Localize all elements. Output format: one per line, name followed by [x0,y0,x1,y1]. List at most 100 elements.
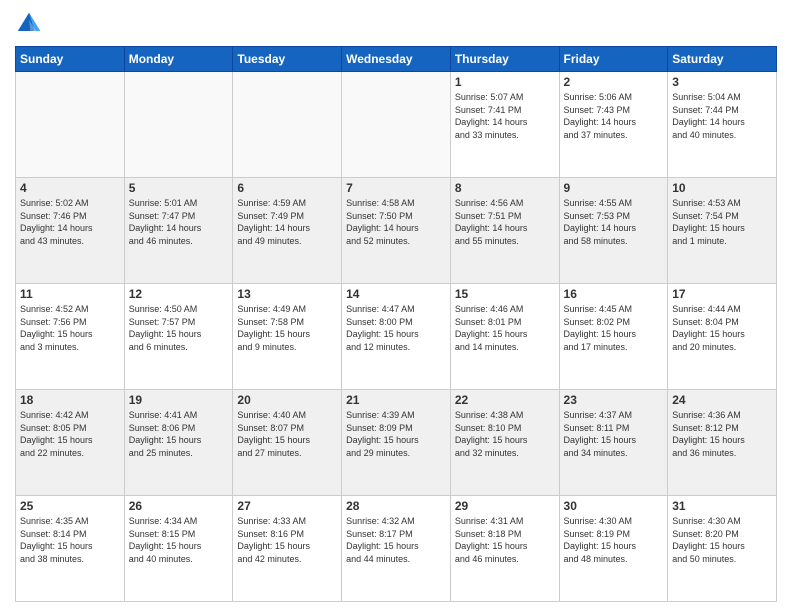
calendar-week-row: 4 Sunrise: 5:02 AM Sunset: 7:46 PM Daylig… [16,178,777,284]
day-info: Sunrise: 4:58 AM Sunset: 7:50 PM Dayligh… [346,197,446,247]
day-info: Sunrise: 4:46 AM Sunset: 8:01 PM Dayligh… [455,303,555,353]
calendar-cell: 16 Sunrise: 4:45 AM Sunset: 8:02 PM Dayli… [559,284,668,390]
weekday-header-sunday: Sunday [16,47,125,72]
day-number: 25 [20,499,120,513]
day-number: 5 [129,181,229,195]
day-info: Sunrise: 4:36 AM Sunset: 8:12 PM Dayligh… [672,409,772,459]
day-number: 29 [455,499,555,513]
calendar-cell: 2 Sunrise: 5:06 AM Sunset: 7:43 PM Daylig… [559,72,668,178]
day-info: Sunrise: 4:49 AM Sunset: 7:58 PM Dayligh… [237,303,337,353]
day-info: Sunrise: 5:04 AM Sunset: 7:44 PM Dayligh… [672,91,772,141]
weekday-header-tuesday: Tuesday [233,47,342,72]
calendar-cell: 10 Sunrise: 4:53 AM Sunset: 7:54 PM Dayli… [668,178,777,284]
calendar-cell: 27Sunrise: 4:33 AM Sunset: 8:16 PM Dayli… [233,496,342,602]
calendar-cell: 21Sunrise: 4:39 AM Sunset: 8:09 PM Dayli… [342,390,451,496]
logo [15,10,47,38]
calendar-cell: 1 Sunrise: 5:07 AM Sunset: 7:41 PM Daylig… [450,72,559,178]
calendar-cell: 20 Sunrise: 4:40 AM Sunset: 8:07 PM Dayli… [233,390,342,496]
day-number: 30 [564,499,664,513]
day-number: 13 [237,287,337,301]
calendar-cell: 14 Sunrise: 4:47 AM Sunset: 8:00 PM Dayli… [342,284,451,390]
calendar-cell: 5 Sunrise: 5:01 AM Sunset: 7:47 PM Daylig… [124,178,233,284]
calendar-week-row: 25 Sunrise: 4:35 AM Sunset: 8:14 PM Dayli… [16,496,777,602]
day-info: Sunrise: 4:59 AM Sunset: 7:49 PM Dayligh… [237,197,337,247]
day-number: 18 [20,393,120,407]
day-number: 11 [20,287,120,301]
calendar-cell: 11 Sunrise: 4:52 AM Sunset: 7:56 PM Dayli… [16,284,125,390]
day-number: 9 [564,181,664,195]
day-number: 2 [564,75,664,89]
calendar-cell: 8 Sunrise: 4:56 AM Sunset: 7:51 PM Daylig… [450,178,559,284]
day-info: Sunrise: 4:37 AM Sunset: 8:11 PM Dayligh… [564,409,664,459]
header [15,10,777,38]
day-number: 21 [346,393,446,407]
day-info: Sunrise: 4:47 AM Sunset: 8:00 PM Dayligh… [346,303,446,353]
day-number: 8 [455,181,555,195]
calendar-cell: 19Sunrise: 4:41 AM Sunset: 8:06 PM Dayli… [124,390,233,496]
day-info: Sunrise: 5:02 AM Sunset: 7:46 PM Dayligh… [20,197,120,247]
calendar-cell: 6 Sunrise: 4:59 AM Sunset: 7:49 PM Daylig… [233,178,342,284]
day-info: Sunrise: 4:32 AM Sunset: 8:17 PM Dayligh… [346,515,446,565]
calendar-cell [233,72,342,178]
day-info: Sunrise: 4:42 AM Sunset: 8:05 PM Dayligh… [20,409,120,459]
day-info: Sunrise: 4:40 AM Sunset: 8:07 PM Dayligh… [237,409,337,459]
day-info: Sunrise: 4:53 AM Sunset: 7:54 PM Dayligh… [672,197,772,247]
weekday-header-friday: Friday [559,47,668,72]
day-number: 7 [346,181,446,195]
calendar-cell [124,72,233,178]
calendar-week-row: 18 Sunrise: 4:42 AM Sunset: 8:05 PM Dayli… [16,390,777,496]
day-info: Sunrise: 4:41 AM Sunset: 8:06 PM Dayligh… [129,409,229,459]
weekday-header-monday: Monday [124,47,233,72]
calendar-cell: 26 Sunrise: 4:34 AM Sunset: 8:15 PM Dayli… [124,496,233,602]
day-info: Sunrise: 4:35 AM Sunset: 8:14 PM Dayligh… [20,515,120,565]
day-info: Sunrise: 5:06 AM Sunset: 7:43 PM Dayligh… [564,91,664,141]
day-number: 22 [455,393,555,407]
day-info: Sunrise: 4:50 AM Sunset: 7:57 PM Dayligh… [129,303,229,353]
day-info: Sunrise: 4:30 AM Sunset: 8:19 PM Dayligh… [564,515,664,565]
weekday-header-thursday: Thursday [450,47,559,72]
day-info: Sunrise: 4:55 AM Sunset: 7:53 PM Dayligh… [564,197,664,247]
calendar-cell: 17Sunrise: 4:44 AM Sunset: 8:04 PM Dayli… [668,284,777,390]
calendar-cell: 28Sunrise: 4:32 AM Sunset: 8:17 PM Dayli… [342,496,451,602]
day-number: 1 [455,75,555,89]
calendar-cell: 30 Sunrise: 4:30 AM Sunset: 8:19 PM Dayli… [559,496,668,602]
day-info: Sunrise: 4:34 AM Sunset: 8:15 PM Dayligh… [129,515,229,565]
day-number: 14 [346,287,446,301]
day-number: 10 [672,181,772,195]
day-number: 12 [129,287,229,301]
day-info: Sunrise: 4:30 AM Sunset: 8:20 PM Dayligh… [672,515,772,565]
day-info: Sunrise: 4:52 AM Sunset: 7:56 PM Dayligh… [20,303,120,353]
page: SundayMondayTuesdayWednesdayThursdayFrid… [0,0,792,612]
weekday-header-saturday: Saturday [668,47,777,72]
day-number: 17 [672,287,772,301]
calendar-cell: 9 Sunrise: 4:55 AM Sunset: 7:53 PM Daylig… [559,178,668,284]
day-number: 15 [455,287,555,301]
calendar-week-row: 11 Sunrise: 4:52 AM Sunset: 7:56 PM Dayli… [16,284,777,390]
calendar-cell: 3Sunrise: 5:04 AM Sunset: 7:44 PM Daylig… [668,72,777,178]
day-number: 27 [237,499,337,513]
day-info: Sunrise: 5:01 AM Sunset: 7:47 PM Dayligh… [129,197,229,247]
calendar-cell: 4 Sunrise: 5:02 AM Sunset: 7:46 PM Daylig… [16,178,125,284]
calendar-cell: 31 Sunrise: 4:30 AM Sunset: 8:20 PM Dayli… [668,496,777,602]
day-number: 6 [237,181,337,195]
calendar-cell: 7 Sunrise: 4:58 AM Sunset: 7:50 PM Daylig… [342,178,451,284]
day-number: 4 [20,181,120,195]
logo-icon [15,10,43,38]
day-info: Sunrise: 4:31 AM Sunset: 8:18 PM Dayligh… [455,515,555,565]
calendar-cell: 13 Sunrise: 4:49 AM Sunset: 7:58 PM Dayli… [233,284,342,390]
day-number: 26 [129,499,229,513]
day-info: Sunrise: 5:07 AM Sunset: 7:41 PM Dayligh… [455,91,555,141]
day-number: 23 [564,393,664,407]
day-info: Sunrise: 4:45 AM Sunset: 8:02 PM Dayligh… [564,303,664,353]
day-info: Sunrise: 4:56 AM Sunset: 7:51 PM Dayligh… [455,197,555,247]
day-info: Sunrise: 4:38 AM Sunset: 8:10 PM Dayligh… [455,409,555,459]
weekday-header-row: SundayMondayTuesdayWednesdayThursdayFrid… [16,47,777,72]
day-number: 20 [237,393,337,407]
day-number: 31 [672,499,772,513]
calendar-cell [342,72,451,178]
day-number: 16 [564,287,664,301]
calendar-cell [16,72,125,178]
calendar-table: SundayMondayTuesdayWednesdayThursdayFrid… [15,46,777,602]
calendar-cell: 18 Sunrise: 4:42 AM Sunset: 8:05 PM Dayli… [16,390,125,496]
calendar-week-row: 1 Sunrise: 5:07 AM Sunset: 7:41 PM Daylig… [16,72,777,178]
